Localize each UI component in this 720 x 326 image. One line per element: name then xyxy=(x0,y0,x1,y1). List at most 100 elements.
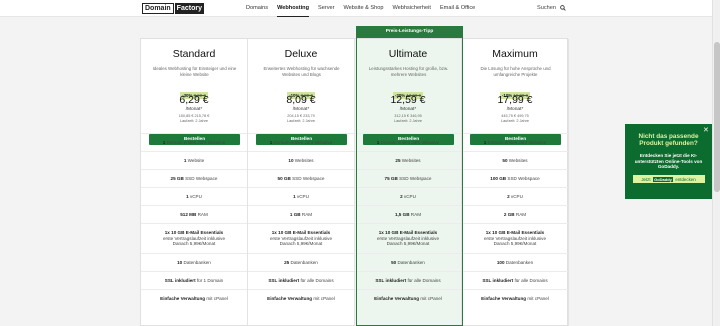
feature-label: mit cPanel xyxy=(419,295,442,301)
search-link[interactable]: Suchen xyxy=(537,0,566,16)
promo-cta-button[interactable]: Jetzt GoDaddy entdecken xyxy=(632,175,705,184)
feature-text: 1 Domain erstes Jahr inklusive xyxy=(141,140,247,146)
feature-row: 10 Datenbanken xyxy=(141,253,247,271)
pricing-table: Standard Ideales Webhosting für Einsteige… xyxy=(140,38,569,326)
plan-name: Ultimate xyxy=(388,48,428,60)
feature-value: 100 xyxy=(496,259,505,265)
feature-label: RAM xyxy=(409,211,422,217)
feature-label: SSD Webspace xyxy=(397,175,432,181)
feature-text: 1,5 GB RAM xyxy=(355,212,461,218)
plan-price: 17,99 € xyxy=(497,94,533,106)
feature-label: Domain xyxy=(379,139,397,145)
feature-row: Einfache Verwaltung mit cPanel xyxy=(462,289,568,307)
feature-text: 1 Domain erstes Jahr inklusive xyxy=(462,140,568,146)
feature-row: 1x 10 GB E-Mail Essentials erste Vertrags… xyxy=(141,223,247,253)
feature-label: Domain xyxy=(272,139,290,145)
feature-note: erstes Jahr inklusive xyxy=(396,139,440,145)
feature-text: 100 GB SSD Webspace xyxy=(462,176,568,182)
feature-value: 1 GB xyxy=(289,211,301,217)
feature-row: 25 GB SSD Webspace xyxy=(141,169,247,187)
feature-label: Datenbanken xyxy=(504,259,534,265)
feature-value: SSL inkludiert xyxy=(482,277,514,283)
feature-row: 1 GB RAM xyxy=(248,205,354,223)
feature-text: 25 Datenbanken xyxy=(248,260,354,266)
feature-text: Einfache Verwaltung mit cPanel xyxy=(462,296,568,302)
feature-value: Einfache Verwaltung xyxy=(267,295,313,301)
feature-row: 1 vCPU xyxy=(141,187,247,205)
search-icon xyxy=(560,5,566,11)
feature-row: Einfache Verwaltung mit cPanel xyxy=(355,289,461,307)
price-total: 204,15 € 233,79 xyxy=(287,114,315,118)
scrollbar-thumb[interactable] xyxy=(714,42,720,192)
promo-body: Entdecken Sie jetzt die KI-unterstützten… xyxy=(634,152,703,170)
feature-label: vCPU xyxy=(402,193,416,199)
nav-item-webhosting[interactable]: Webhosting xyxy=(277,0,309,17)
promo-title: Nicht das passende Produkt gefunden? xyxy=(638,133,699,148)
feature-label: Datenbanken xyxy=(182,259,211,265)
price-total: 445,75 € 499,75 xyxy=(501,114,529,118)
plan-column-maximum: Maximum Die Lösung für hohe Ansprüche und… xyxy=(462,39,569,326)
nav-item-website-shop[interactable]: Website & Shop xyxy=(343,0,383,17)
nav-item-domains[interactable]: Domains xyxy=(246,0,268,17)
logo-text-factory: Factory xyxy=(174,3,204,14)
feature-value: 1x 10 GB E-Mail Essentials xyxy=(378,229,438,235)
feature-text: Einfache Verwaltung mit cPanel xyxy=(248,296,354,302)
feature-label: vCPU xyxy=(295,193,309,199)
domainfactory-logo[interactable]: Domain Factory xyxy=(142,3,204,14)
feature-row: 25 Datenbanken xyxy=(248,253,354,271)
plan-price: 6,29 € xyxy=(179,94,209,106)
price-total: 150,85 € 215,78 € xyxy=(178,114,210,118)
feature-value: 512 MB xyxy=(180,211,197,217)
feature-row: SSL inkludiert für 1 Domain xyxy=(141,271,247,289)
feature-value: 1x 10 GB E-Mail Essentials xyxy=(271,229,331,235)
feature-text: SSL inkludiert für alle Domains xyxy=(355,278,461,284)
feature-text: Einfache Verwaltung mit cPanel xyxy=(355,296,461,302)
feature-row: 1 Domain erstes Jahr inklusive xyxy=(355,133,461,151)
feature-row: 1x 10 GB E-Mail Essentials erste Vertrags… xyxy=(355,223,461,253)
feature-label: Domain xyxy=(486,139,504,145)
feature-value: SSL inkludiert xyxy=(268,277,300,283)
close-icon[interactable]: ✕ xyxy=(703,127,709,134)
price-period: /Monat* xyxy=(292,107,310,112)
feature-value: Einfache Verwaltung xyxy=(374,295,420,301)
nav-item-email-office[interactable]: Email & Office xyxy=(440,0,475,17)
feature-text: 25 Websites xyxy=(355,158,461,164)
feature-label: RAM xyxy=(300,211,313,217)
feature-text: 512 MB RAM xyxy=(141,212,247,218)
feature-label: für 1 Domain xyxy=(195,277,224,283)
nav-item-server[interactable]: Server xyxy=(318,0,334,17)
main-nav: Domains Webhosting Server Website & Shop Web… xyxy=(246,0,484,17)
feature-label: vCPU xyxy=(188,193,202,199)
feature-text: 1 vCPU xyxy=(248,194,354,200)
feature-value: 75 GB xyxy=(384,175,398,181)
price-period: /Monat* xyxy=(506,107,524,112)
feature-text: 1 Domain erstes Jahr inklusive xyxy=(355,140,461,146)
nav-item-webhsicherheit[interactable]: Webhsicherheit xyxy=(392,0,430,17)
contract-term: Laufzeit: 2 Jahre xyxy=(500,119,530,123)
feature-value: SSL inkludiert xyxy=(164,277,196,283)
feature-label: SSD Webspace xyxy=(506,175,540,181)
feature-note: erste Vertragslaufzeit inklusive Danach … xyxy=(162,235,226,247)
feature-value: SSL inkludiert xyxy=(375,277,407,283)
logo-text-domain: Domain xyxy=(142,3,174,14)
feature-row: 1,5 GB RAM xyxy=(355,205,461,223)
feature-row: 50 Websites xyxy=(462,151,568,169)
feature-text: 25 GB SSD Webspace xyxy=(141,176,247,182)
feature-label: SSD Webspace xyxy=(290,175,325,181)
feature-label: RAM xyxy=(196,211,208,217)
feature-text: 2 vCPU xyxy=(462,194,568,200)
feature-note: erstes Jahr inklusive xyxy=(503,139,547,145)
feature-row: Einfache Verwaltung mit cPanel xyxy=(248,289,354,307)
feature-text: 50 Datenbanken xyxy=(355,260,461,266)
plan-description: Ideales Webhosting für Einsteiger und ei… xyxy=(152,66,237,77)
plan-column-standard: Standard Ideales Webhosting für Einsteige… xyxy=(141,39,248,326)
price-total: 312,15 € 346,95 xyxy=(394,114,422,118)
feature-text: 50 GB SSD Webspace xyxy=(248,176,354,182)
feature-note: erste Vertragslaufzeit inklusive Danach … xyxy=(269,235,333,247)
feature-value: Einfache Verwaltung xyxy=(160,295,206,301)
vertical-scrollbar[interactable] xyxy=(712,0,720,326)
feature-row: 1 vCPU xyxy=(248,187,354,205)
promo-cta-post: entdecken xyxy=(675,176,696,182)
feature-row: 1 Domain erstes Jahr inklusive xyxy=(141,133,247,151)
feature-row: 2 vCPU xyxy=(462,187,568,205)
